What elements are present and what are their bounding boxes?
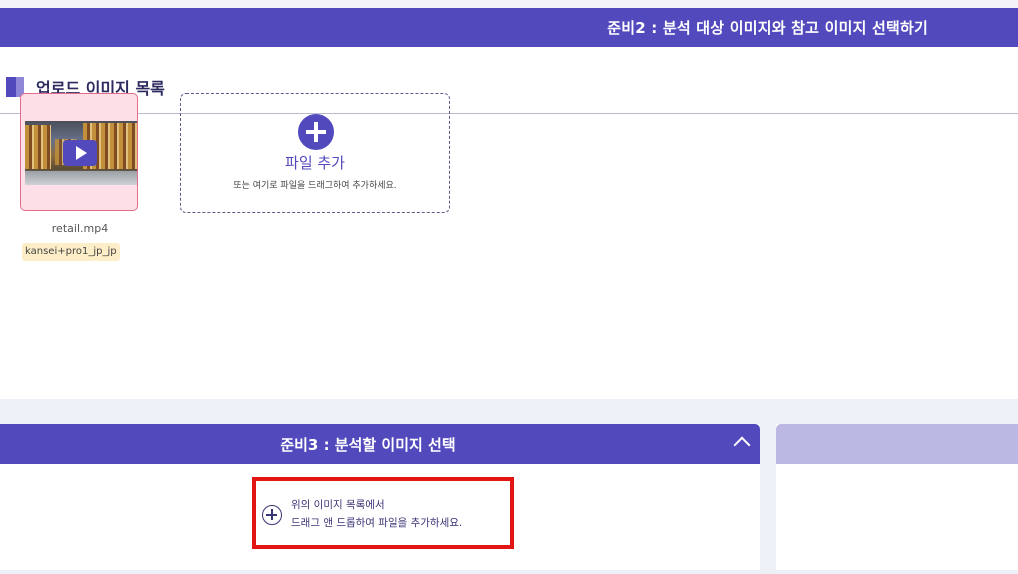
- chevron-up-icon[interactable]: [733, 436, 751, 454]
- upload-panel: 업로드 이미지 목록: [0, 47, 1018, 399]
- step2-title: 준비2 : 분석 대상 이미지와 참고 이미지 선택하기: [607, 19, 928, 37]
- drop-hint-line-1: 위의 이미지 목록에서: [291, 499, 385, 511]
- step3-header: 준비3 : 분석할 이미지 선택: [0, 424, 760, 464]
- divider: [0, 113, 1018, 114]
- plus-circle-icon[interactable]: [298, 114, 334, 150]
- bottom-strip: [0, 570, 1018, 574]
- step4-header: [776, 424, 1018, 464]
- step4-panel: [776, 424, 1018, 574]
- top-strip: [0, 0, 1018, 8]
- drop-target-area[interactable]: 위의 이미지 목록에서 드래그 앤 드롭하여 파일을 추가하세요.: [252, 477, 514, 549]
- play-icon: [63, 140, 97, 166]
- uploaded-filename: retail.mp4: [51, 222, 109, 235]
- add-file-label[interactable]: 파일 추가: [181, 152, 449, 173]
- plus-circle-outline-icon: [262, 505, 282, 525]
- add-file-dropzone[interactable]: 파일 추가 또는 여기로 파일을 드래그하여 추가하세요.: [180, 93, 450, 213]
- drop-hint-text: 위의 이미지 목록에서 드래그 앤 드롭하여 파일을 추가하세요.: [291, 496, 462, 532]
- file-tag-badge: kansei+pro1_jp_jp: [22, 243, 120, 261]
- uploaded-video-thumbnail[interactable]: [20, 93, 138, 211]
- step3-title: 준비3 : 분석할 이미지 선택: [280, 436, 456, 454]
- add-file-hint: 또는 여기로 파일을 드래그하여 추가하세요.: [233, 181, 397, 191]
- video-preview: [25, 121, 137, 185]
- step2-header: 준비2 : 분석 대상 이미지와 참고 이미지 선택하기: [0, 8, 1018, 47]
- drop-hint-line-2: 드래그 앤 드롭하여 파일을 추가하세요.: [291, 517, 463, 529]
